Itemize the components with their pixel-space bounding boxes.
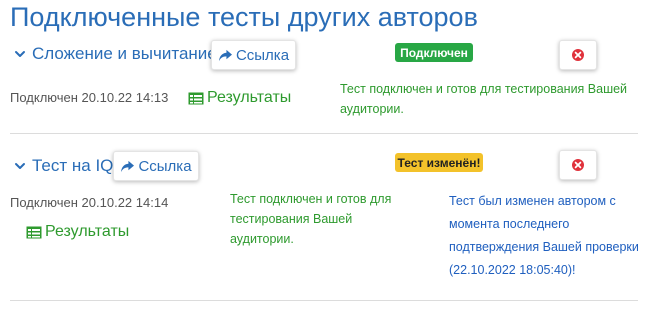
results-link[interactable]: Результаты — [188, 89, 291, 107]
delete-button[interactable] — [559, 150, 597, 180]
divider — [10, 133, 638, 134]
status-badge: Тест изменён! — [395, 153, 483, 172]
link-label: Ссылка — [235, 46, 290, 64]
delete-button[interactable] — [559, 40, 597, 70]
results-label: Результаты — [207, 89, 292, 106]
link-label: Ссылка — [138, 157, 192, 175]
test-toggle-2[interactable]: Тест на IQ — [14, 156, 113, 176]
connected-date: Подключен 20.10.22 14:13 — [10, 90, 169, 105]
table-icon — [26, 226, 42, 238]
status-note: Тест подключен и готов для тестирования … — [230, 192, 392, 246]
link-button[interactable]: Ссылка — [113, 151, 199, 181]
test-toggle-1[interactable]: Сложение и вычитание — [14, 44, 217, 64]
status-badge: Подключен — [395, 43, 473, 62]
connected-date: Подключен 20.10.22 14:14 — [10, 195, 169, 210]
share-arrow-icon — [218, 49, 232, 61]
divider — [10, 300, 638, 301]
chevron-down-icon — [15, 51, 25, 57]
link-button[interactable]: Ссылка — [211, 40, 296, 70]
remove-circle-icon — [572, 49, 584, 61]
table-icon — [188, 92, 204, 104]
chevron-down-icon — [15, 163, 25, 169]
status-note: Тест подключен и готов для тестирования … — [340, 82, 628, 116]
page-title: Подключенные тесты других авторов — [10, 2, 478, 32]
results-link[interactable]: Результаты — [26, 223, 129, 241]
change-warning-note: Тест был изменен автором с момента после… — [449, 194, 639, 277]
test-name: Тест на IQ — [32, 156, 114, 175]
share-arrow-icon — [121, 160, 135, 172]
test-name: Сложение и вычитание — [32, 44, 217, 63]
results-label: Результаты — [45, 223, 130, 240]
remove-circle-icon — [572, 159, 584, 171]
